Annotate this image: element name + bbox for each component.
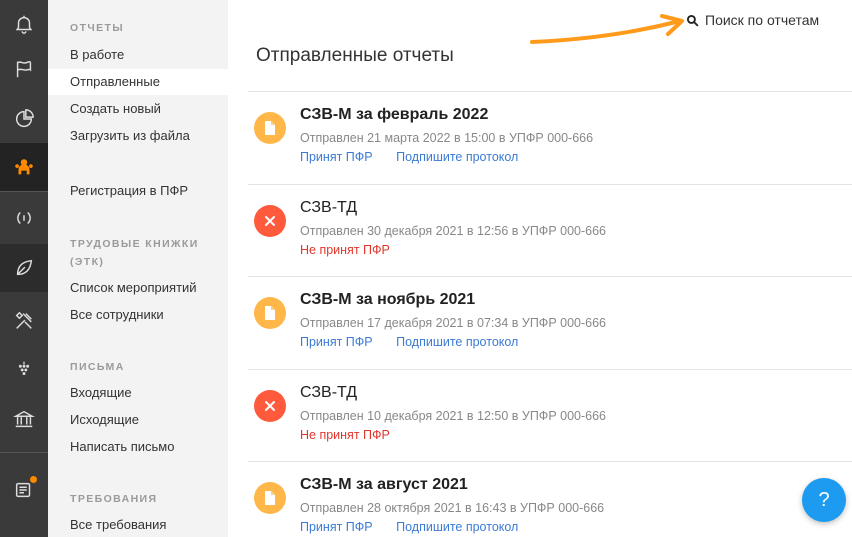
sound-icon [17, 211, 31, 225]
arrow-annotation [530, 14, 684, 44]
flag-icon [16, 61, 32, 78]
report-sent-info: Отправлен 28 октября 2021 в 16:43 в УПФР… [300, 501, 605, 515]
sidebar-item-events-list[interactable]: Список мероприятий [48, 275, 228, 301]
pie-chart-icon [15, 109, 34, 128]
sidebar-item-incoming[interactable]: Входящие [48, 380, 228, 406]
search-icon [686, 14, 699, 26]
document-icon [254, 112, 286, 144]
rail-divider [0, 191, 48, 192]
report-status-link[interactable]: Принят ПФР [300, 520, 373, 534]
notification-dot [29, 475, 38, 484]
sidebar-item-pfr-registration[interactable]: Регистрация в ПФР [48, 178, 228, 204]
section-reports-heading: ОТЧЕТЫ [70, 22, 125, 34]
report-title[interactable]: СЗВ-М за ноябрь 2021 [300, 291, 475, 309]
sidebar: ОТЧЕТЫ В работе Отправленные Создать нов… [48, 0, 228, 537]
report-sent-info: Отправлен 17 декабря 2021 в 07:34 в УПФР… [300, 316, 606, 330]
report-item[interactable]: СЗВ-М за февраль 2022 Отправлен 21 марта… [248, 91, 852, 184]
grapes-icon [18, 361, 30, 376]
report-sent-info: Отправлен 30 декабря 2021 в 12:56 в УПФР… [300, 224, 606, 238]
rail-eco[interactable] [0, 244, 48, 292]
report-status: Не принят ПФР [300, 428, 390, 442]
sign-protocol-link[interactable]: Подпишите протокол [396, 150, 518, 164]
sidebar-item-all-employees[interactable]: Все сотрудники [48, 302, 228, 328]
report-item[interactable]: СЗВ-М за ноябрь 2021 Отправлен 17 декабр… [248, 276, 852, 369]
section-etk-subheading: (ЭТК) [70, 256, 105, 268]
icon-rail [0, 0, 48, 537]
search-button[interactable]: Поиск по отчетам [686, 12, 819, 28]
sidebar-item-sent[interactable]: Отправленные [48, 69, 228, 95]
search-label: Поиск по отчетам [705, 12, 820, 28]
report-status-link[interactable]: Принят ПФР [300, 150, 373, 164]
help-button[interactable]: ? [802, 478, 846, 522]
leaf-icon [16, 259, 33, 276]
people-icon [15, 159, 33, 175]
sidebar-item-upload-file[interactable]: Загрузить из файла [48, 123, 228, 149]
report-title[interactable]: СЗВ-ТД [300, 384, 357, 402]
rail-bank[interactable] [0, 395, 48, 443]
report-title[interactable]: СЗВ-ТД [300, 199, 357, 217]
report-item[interactable]: СЗВ-ТД Отправлен 10 декабря 2021 в 12:50… [248, 369, 852, 462]
section-letters-heading: ПИСЬМА [70, 361, 125, 373]
sidebar-item-all-requirements[interactable]: Все требования [48, 512, 228, 537]
rail-divider-2 [0, 452, 48, 453]
sidebar-item-write-letter[interactable]: Написать письмо [48, 434, 228, 460]
page-title: Отправленные отчеты [256, 45, 454, 66]
document-icon [254, 482, 286, 514]
rail-news[interactable] [0, 466, 48, 514]
rail-tools[interactable] [0, 297, 48, 345]
sidebar-item-in-work[interactable]: В работе [48, 42, 228, 68]
main-content: Поиск по отчетам Отправленные отчеты СЗВ… [228, 0, 852, 537]
report-title[interactable]: СЗВ-М за февраль 2022 [300, 106, 488, 124]
rail-analytics[interactable] [0, 95, 48, 143]
section-etk-heading: ТРУДОВЫЕ КНИЖКИ [70, 238, 199, 250]
rail-notifications[interactable] [0, 0, 48, 48]
close-icon [254, 390, 286, 422]
rail-grapes[interactable] [0, 345, 48, 393]
sign-protocol-link[interactable]: Подпишите протокол [396, 520, 518, 534]
section-requirements-heading: ТРЕБОВАНИЯ [70, 493, 158, 505]
rail-sound[interactable] [0, 194, 48, 242]
report-title[interactable]: СЗВ-М за август 2021 [300, 476, 468, 494]
app: ОТЧЕТЫ В работе Отправленные Создать нов… [0, 0, 852, 537]
tools-icon [15, 311, 32, 329]
sign-protocol-link[interactable]: Подпишите протокол [396, 335, 518, 349]
sidebar-item-outgoing[interactable]: Исходящие [48, 407, 228, 433]
report-status-link[interactable]: Принят ПФР [300, 335, 373, 349]
report-item[interactable]: СЗВ-М за август 2021 Отправлен 28 октябр… [248, 461, 852, 537]
bell-icon [15, 15, 33, 34]
sidebar-item-create-new[interactable]: Создать новый [48, 96, 228, 122]
rail-flag[interactable] [0, 45, 48, 93]
document-icon [254, 297, 286, 329]
report-status: Не принят ПФР [300, 243, 390, 257]
report-item[interactable]: СЗВ-ТД Отправлен 30 декабря 2021 в 12:56… [248, 184, 852, 277]
report-sent-info: Отправлен 10 декабря 2021 в 12:50 в УПФР… [300, 409, 606, 423]
rail-pfr[interactable] [0, 143, 48, 191]
bank-icon [13, 410, 35, 428]
close-icon [254, 205, 286, 237]
report-sent-info: Отправлен 21 марта 2022 в 15:00 в УПФР 0… [300, 131, 594, 145]
